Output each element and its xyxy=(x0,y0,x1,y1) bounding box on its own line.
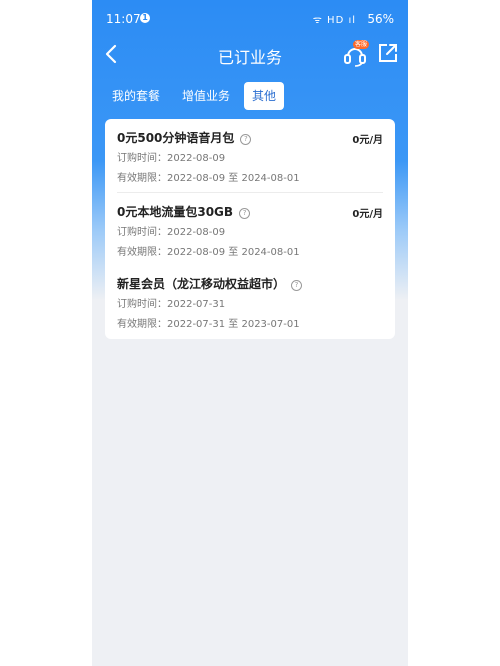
battery-level: 56% xyxy=(367,12,394,26)
valid-period: 有效期限：2022-08-09 至 2024-08-01 xyxy=(117,247,300,258)
status-time: 11:07 xyxy=(106,12,141,26)
item-name: 0元本地流量包30GB? xyxy=(117,203,251,220)
divider xyxy=(117,192,383,193)
service-badge: 客服 xyxy=(353,40,369,49)
help-icon[interactable]: ? xyxy=(291,280,303,291)
tab-my-package[interactable]: 我的套餐 xyxy=(104,82,168,110)
subscription-list: 0元500分钟语音月包? 0元/月 订购时间：2022-08-09 有效期限：2… xyxy=(105,119,395,339)
order-date: 订购时间：2022-08-09 xyxy=(117,227,226,238)
help-icon[interactable]: ? xyxy=(239,208,251,219)
status-bar: 11:07 1 ᯤ HD ıl 56% xyxy=(92,0,408,36)
item-price: 0元/月 xyxy=(352,135,383,146)
tab-other[interactable]: 其他 xyxy=(244,82,285,110)
item-price: 0元/月 xyxy=(352,209,383,220)
order-date: 订购时间：2022-07-31 xyxy=(117,299,226,310)
nav-bar: 已订业务 客服 xyxy=(92,36,408,72)
help-icon[interactable]: ? xyxy=(240,134,252,145)
share-icon[interactable] xyxy=(377,42,399,64)
signal-icon: ᯤ HD ıl xyxy=(312,15,356,26)
phone-screen: 11:07 1 ᯤ HD ıl 56% 已订业务 客服 我的套餐 增值业务 其他… xyxy=(92,0,408,666)
tab-bar: 我的套餐 增值业务 其他 xyxy=(92,82,408,110)
item-name: 0元500分钟语音月包? xyxy=(117,129,252,146)
notification-icon: 1 xyxy=(140,13,150,23)
valid-period: 有效期限：2022-08-09 至 2024-08-01 xyxy=(117,173,300,184)
valid-period: 有效期限：2022-07-31 至 2023-07-01 xyxy=(117,319,300,330)
order-date: 订购时间：2022-08-09 xyxy=(117,153,226,164)
tab-value-added[interactable]: 增值业务 xyxy=(174,82,238,110)
item-name: 新星会员（龙江移动权益超市）? xyxy=(117,275,303,292)
